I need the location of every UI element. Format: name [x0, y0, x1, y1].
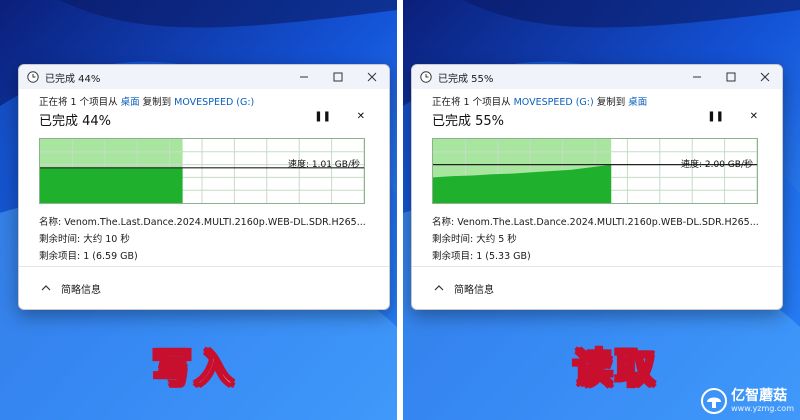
window-title: 已完成 44% — [45, 73, 101, 85]
source-link[interactable]: MOVESPEED (G:) — [514, 97, 594, 108]
time-remaining-line: 剩余时间: 大约 10 秒 — [39, 234, 130, 245]
maximize-button[interactable] — [321, 65, 355, 89]
pause-button[interactable]: ❚❚ — [314, 111, 331, 122]
left-panel: 已完成 44% 正在将 1 个项目从 桌面 复制到 MOVESPEED (G:)… — [0, 0, 397, 420]
fewer-details-label: 简略信息 — [454, 284, 494, 296]
title-bar[interactable]: 已完成 55% — [412, 65, 782, 89]
graph-svg — [433, 139, 757, 203]
copy-text-mid: 复制到 — [593, 97, 629, 108]
copy-text-pre: 正在将 1 个项目从 — [432, 97, 514, 108]
title-bar[interactable]: 已完成 44% — [19, 65, 389, 89]
copy-description: 正在将 1 个项目从 桌面 复制到 MOVESPEED (G:) — [39, 95, 389, 111]
minimize-icon — [300, 76, 308, 78]
cancel-button[interactable]: ✕ — [357, 111, 365, 122]
cancel-button[interactable]: ✕ — [750, 111, 758, 122]
speed-label: 速度: 1.01 GB/秒 — [288, 160, 360, 170]
chevron-up-icon — [41, 285, 51, 291]
dialog-body: 正在将 1 个项目从 桌面 复制到 MOVESPEED (G:) 已完成 44%… — [19, 89, 389, 265]
fewer-details-toggle[interactable]: 简略信息 — [412, 266, 782, 309]
items-remaining-line: 剩余项目: 1 (6.59 GB) — [39, 251, 138, 262]
watermark: 亿智蘑菇 www.yzmg.com — [701, 388, 794, 414]
cancel-icon: ✕ — [749, 111, 758, 122]
source-link[interactable]: 桌面 — [121, 97, 140, 108]
watermark-url: www.yzmg.com — [731, 404, 794, 413]
details: 名称: Venom.The.Last.Dance.2024.MULTI.2160… — [39, 214, 389, 265]
progress-text: 已完成 55% — [432, 114, 505, 129]
window-title: 已完成 55% — [438, 73, 494, 85]
close-button[interactable] — [355, 65, 389, 89]
copy-description: 正在将 1 个项目从 MOVESPEED (G:) 复制到 桌面 — [432, 95, 782, 111]
progress-graph: 速度: 2.00 GB/秒 — [432, 138, 758, 204]
copy-text-mid: 复制到 — [139, 97, 175, 108]
write-caption: 写入 — [151, 345, 236, 393]
chevron-up-icon — [434, 285, 444, 291]
speed-area — [40, 167, 183, 203]
fewer-details-label: 简略信息 — [61, 284, 101, 296]
minimize-button[interactable] — [287, 65, 321, 89]
progress-text: 已完成 44% — [39, 114, 112, 129]
close-button[interactable] — [748, 65, 782, 89]
destination-link[interactable]: 桌面 — [628, 97, 647, 108]
close-icon — [367, 72, 377, 82]
progress-graph: 速度: 1.01 GB/秒 — [39, 138, 365, 204]
file-name-line: 名称: Venom.The.Last.Dance.2024.MULTI.2160… — [432, 217, 759, 228]
cancel-icon: ✕ — [356, 111, 365, 122]
destination-link[interactable]: MOVESPEED (G:) — [174, 97, 254, 108]
maximize-button[interactable] — [714, 65, 748, 89]
pause-icon: ❚❚ — [707, 111, 724, 122]
graph-svg — [40, 139, 364, 203]
copy-dialog: 已完成 44% 正在将 1 个项目从 桌面 复制到 MOVESPEED (G:)… — [18, 64, 390, 310]
right-panel: 已完成 55% 正在将 1 个项目从 MOVESPEED (G:) 复制到 桌面… — [403, 0, 800, 420]
pause-button[interactable]: ❚❚ — [707, 111, 724, 122]
file-name-line: 名称: Venom.The.Last.Dance.2024.MULTI.2160… — [39, 217, 366, 228]
maximize-icon — [726, 72, 736, 82]
close-icon — [760, 72, 770, 82]
copy-dialog: 已完成 55% 正在将 1 个项目从 MOVESPEED (G:) 复制到 桌面… — [411, 64, 783, 310]
dialog-body: 正在将 1 个项目从 MOVESPEED (G:) 复制到 桌面 已完成 55%… — [412, 89, 782, 265]
copy-text-pre: 正在将 1 个项目从 — [39, 97, 121, 108]
mushroom-logo-icon — [701, 388, 728, 414]
details: 名称: Venom.The.Last.Dance.2024.MULTI.2160… — [432, 214, 782, 265]
minimize-button[interactable] — [680, 65, 714, 89]
clock-icon — [420, 71, 432, 83]
speed-label: 速度: 2.00 GB/秒 — [681, 160, 753, 170]
pause-icon: ❚❚ — [314, 111, 331, 122]
minimize-icon — [693, 76, 701, 78]
watermark-name: 亿智蘑菇 — [731, 388, 788, 404]
items-remaining-line: 剩余项目: 1 (5.33 GB) — [432, 251, 531, 262]
maximize-icon — [333, 72, 343, 82]
read-caption: 读取 — [572, 345, 657, 393]
clock-icon — [27, 71, 39, 83]
fewer-details-toggle[interactable]: 简略信息 — [19, 266, 389, 309]
time-remaining-line: 剩余时间: 大约 5 秒 — [432, 234, 517, 245]
